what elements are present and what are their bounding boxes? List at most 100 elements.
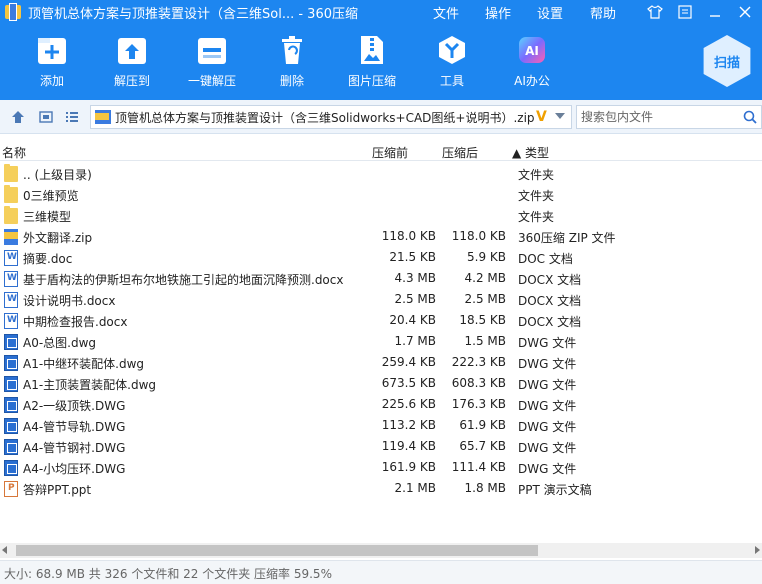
file-name: A2-一级顶铁.DWG xyxy=(23,399,126,413)
folder-icon xyxy=(4,185,18,203)
menu-help[interactable]: 帮助 xyxy=(590,3,616,22)
file-size-before: 4.3 MB xyxy=(394,271,436,285)
scroll-right-icon[interactable] xyxy=(755,546,760,554)
folder-icon xyxy=(4,164,18,182)
scan-button[interactable]: 扫描 xyxy=(698,32,756,90)
file-name: 中期检查报告.docx xyxy=(23,315,128,329)
scrollbar-thumb[interactable] xyxy=(16,545,538,556)
up-arrow-icon[interactable] xyxy=(10,109,26,125)
search-icon[interactable] xyxy=(743,110,757,124)
app-logo-icon xyxy=(4,3,22,21)
file-type: DWG 文件 xyxy=(518,462,577,476)
table-row[interactable]: A4-管节钢衬.DWG 119.4 KB 65.7 KB DWG 文件 xyxy=(0,436,762,457)
file-size-after: 118.0 KB xyxy=(451,229,506,243)
checkmark-icon: V xyxy=(536,109,547,125)
file-type: DWG 文件 xyxy=(518,336,577,350)
file-size-after: 176.3 KB xyxy=(451,397,506,411)
file-type: DOCX 文档 xyxy=(518,294,582,308)
list-view-icon[interactable] xyxy=(64,109,80,125)
add-button[interactable]: 添加 xyxy=(12,34,92,89)
file-size-before: 113.2 KB xyxy=(381,418,436,432)
tools-label: 工具 xyxy=(439,74,464,88)
one-click-extract-label: 一键解压 xyxy=(187,74,236,88)
file-type: DWG 文件 xyxy=(518,357,577,371)
path-box[interactable]: 顶管机总体方案与顶推装置设计（含三维Solidworks+CAD图纸+说明书）.… xyxy=(90,105,572,129)
column-size-before[interactable]: 压缩前 xyxy=(372,144,408,161)
file-type: 360压缩 ZIP 文件 xyxy=(518,231,616,245)
file-size-before: 673.5 KB xyxy=(381,376,436,390)
add-icon xyxy=(37,34,67,66)
one-click-extract-icon xyxy=(197,34,227,66)
table-row[interactable]: A1-主顶装置装配体.dwg 673.5 KB 608.3 KB DWG 文件 xyxy=(0,373,762,394)
table-row[interactable]: 基于盾构法的伊斯坦布尔地铁施工引起的地面沉降预测.docx 4.3 MB 4.2 M… xyxy=(0,268,762,289)
file-name: 0三维预览 xyxy=(23,189,79,203)
image-compress-button[interactable]: 图片压缩 xyxy=(332,34,412,89)
ppt-icon xyxy=(4,481,18,497)
window-title: 顶管机总体方案与顶推装置设计（含三维Sol... - 360压缩 xyxy=(28,6,358,22)
thumbnail-view-icon[interactable] xyxy=(38,109,54,125)
file-size-after: 65.7 KB xyxy=(459,439,506,453)
horizontal-scrollbar[interactable] xyxy=(0,543,762,558)
delete-button[interactable]: 删除 xyxy=(252,34,332,89)
file-size-before: 161.9 KB xyxy=(381,460,436,474)
feedback-icon[interactable] xyxy=(675,2,695,22)
file-size-before: 21.5 KB xyxy=(389,250,436,264)
archive-path: 顶管机总体方案与顶推装置设计（含三维Solidworks+CAD图纸+说明书）.… xyxy=(115,110,535,125)
minimize-icon[interactable] xyxy=(705,2,725,22)
extract-icon xyxy=(117,34,147,66)
menu-operation[interactable]: 操作 xyxy=(485,3,511,22)
table-row[interactable]: A1-中继环装配体.dwg 259.4 KB 222.3 KB DWG 文件 xyxy=(0,352,762,373)
menu-settings[interactable]: 设置 xyxy=(537,3,563,22)
table-row[interactable]: A4-管节导轨.DWG 113.2 KB 61.9 KB DWG 文件 xyxy=(0,415,762,436)
menu-file[interactable]: 文件 xyxy=(433,3,459,22)
table-row[interactable]: A4-小均压环.DWG 161.9 KB 111.4 KB DWG 文件 xyxy=(0,457,762,478)
table-row[interactable]: 外文翻译.zip 118.0 KB 118.0 KB 360压缩 ZIP 文件 xyxy=(0,226,762,247)
search-box xyxy=(576,105,762,129)
file-size-before: 119.4 KB xyxy=(381,439,436,453)
chevron-down-icon[interactable] xyxy=(555,113,565,119)
ai-office-label: AI办公 xyxy=(514,74,550,88)
file-size-after: 4.2 MB xyxy=(464,271,506,285)
close-icon[interactable] xyxy=(735,2,755,22)
scan-label: 扫描 xyxy=(713,55,740,71)
tools-icon xyxy=(437,34,467,66)
file-size-after: 61.9 KB xyxy=(459,418,506,432)
table-row[interactable]: 摘要.doc 21.5 KB 5.9 KB DOC 文档 xyxy=(0,247,762,268)
search-input[interactable] xyxy=(577,110,737,124)
file-type: DWG 文件 xyxy=(518,399,577,413)
file-size-after: 5.9 KB xyxy=(467,250,506,264)
file-size-before: 225.6 KB xyxy=(381,397,436,411)
word-doc-icon xyxy=(4,271,18,287)
file-type: DWG 文件 xyxy=(518,378,577,392)
table-row[interactable]: 0三维预览 文件夹 xyxy=(0,184,762,205)
tools-button[interactable]: 工具 xyxy=(412,34,492,89)
one-click-extract-button[interactable]: 一键解压 xyxy=(172,34,252,89)
file-name: 基于盾构法的伊斯坦布尔地铁施工引起的地面沉降预测.docx xyxy=(23,273,344,287)
table-row[interactable]: 答辩PPT.ppt 2.1 MB 1.8 MB PPT 演示文稿 xyxy=(0,478,762,499)
extract-label: 解压到 xyxy=(113,74,150,88)
scroll-left-icon[interactable] xyxy=(2,546,7,554)
table-row[interactable]: .. (上级目录) 文件夹 xyxy=(0,163,762,184)
table-row[interactable]: A2-一级顶铁.DWG 225.6 KB 176.3 KB DWG 文件 xyxy=(0,394,762,415)
ai-office-icon: AI xyxy=(517,34,547,66)
dwg-icon xyxy=(4,355,18,371)
image-compress-icon xyxy=(357,34,387,66)
table-row[interactable]: 设计说明书.docx 2.5 MB 2.5 MB DOCX 文档 xyxy=(0,289,762,310)
ai-office-button[interactable]: AI AI办公 xyxy=(492,34,572,89)
file-type: 文件夹 xyxy=(518,189,555,203)
file-name: A4-小均压环.DWG xyxy=(23,462,126,476)
dwg-icon xyxy=(4,376,18,392)
column-name[interactable]: 名称 xyxy=(2,144,26,161)
column-type[interactable]: ▲ 类型 xyxy=(512,144,549,161)
dwg-icon xyxy=(4,334,18,350)
file-type: DOC 文档 xyxy=(518,252,573,266)
file-name: A4-管节导轨.DWG xyxy=(23,420,126,434)
table-row[interactable]: 三维模型 文件夹 xyxy=(0,205,762,226)
extract-to-button[interactable]: 解压到 xyxy=(92,34,172,89)
table-row[interactable]: A0-总图.dwg 1.7 MB 1.5 MB DWG 文件 xyxy=(0,331,762,352)
file-type: DWG 文件 xyxy=(518,441,577,455)
table-row[interactable]: 中期检查报告.docx 20.4 KB 18.5 KB DOCX 文档 xyxy=(0,310,762,331)
file-name: A1-中继环装配体.dwg xyxy=(23,357,145,371)
skin-shirt-icon[interactable] xyxy=(645,2,665,22)
column-size-after[interactable]: 压缩后 xyxy=(442,144,478,161)
